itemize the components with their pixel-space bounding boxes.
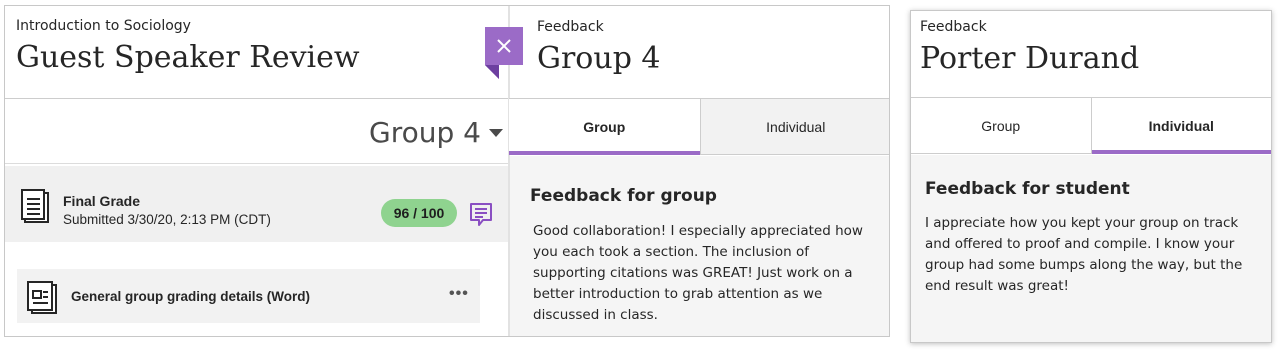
chevron-down-icon [489, 128, 503, 137]
more-options-icon[interactable]: ••• [449, 285, 469, 303]
close-button[interactable] [485, 27, 523, 79]
final-grade-label: Final Grade [63, 193, 141, 209]
attachment-label: General group grading details (Word) [71, 289, 311, 304]
group-feedback-heading: Feedback for group [530, 186, 717, 206]
word-file-icon [24, 279, 60, 320]
group-feedback-tabs: Group Individual [509, 98, 889, 155]
student-feedback-tabs: Group Individual [911, 97, 1271, 154]
attachment-row[interactable]: General group grading details (Word) ••• [17, 269, 480, 323]
submission-timestamp: Submitted 3/30/20, 2:13 PM (CDT) [63, 212, 271, 227]
student-feedback-area: Feedback for student I appreciate how yo… [911, 155, 1271, 342]
tab-group[interactable]: Group [509, 99, 700, 155]
selector-divider [5, 163, 508, 164]
group-feedback-text: Good collaboration! I especially appreci… [533, 223, 863, 323]
course-name: Introduction to Sociology [16, 18, 191, 34]
student-name: Porter Durand [920, 41, 1140, 76]
group-feedback-area: Feedback for group Good collaboration! I… [510, 156, 889, 336]
document-icon [17, 188, 51, 231]
group-feedback-title: Group 4 [537, 41, 661, 76]
feedback-bubble-icon[interactable] [469, 202, 493, 233]
student-feedback-label: Feedback [920, 19, 987, 35]
student-feedback-panel: Feedback Porter Durand Group Individual … [910, 10, 1272, 343]
header-divider [5, 98, 508, 99]
assignment-title: Guest Speaker Review [16, 40, 360, 75]
tab-individual[interactable]: Individual [699, 99, 889, 154]
student-feedback-heading: Feedback for student [925, 179, 1130, 199]
final-grade-row: Final Grade Submitted 3/30/20, 2:13 PM (… [5, 166, 508, 242]
grade-pill[interactable]: 96 / 100 [381, 199, 457, 227]
tab-group[interactable]: Group [911, 98, 1091, 153]
group-feedback-label: Feedback [537, 19, 604, 35]
grading-panel: Introduction to Sociology Guest Speaker … [4, 5, 890, 337]
group-selector[interactable]: Group 4 [369, 116, 503, 149]
student-feedback-text: I appreciate how you kept your group on … [925, 215, 1243, 294]
group-selector-label: Group 4 [369, 116, 481, 149]
tab-individual[interactable]: Individual [1090, 98, 1271, 154]
